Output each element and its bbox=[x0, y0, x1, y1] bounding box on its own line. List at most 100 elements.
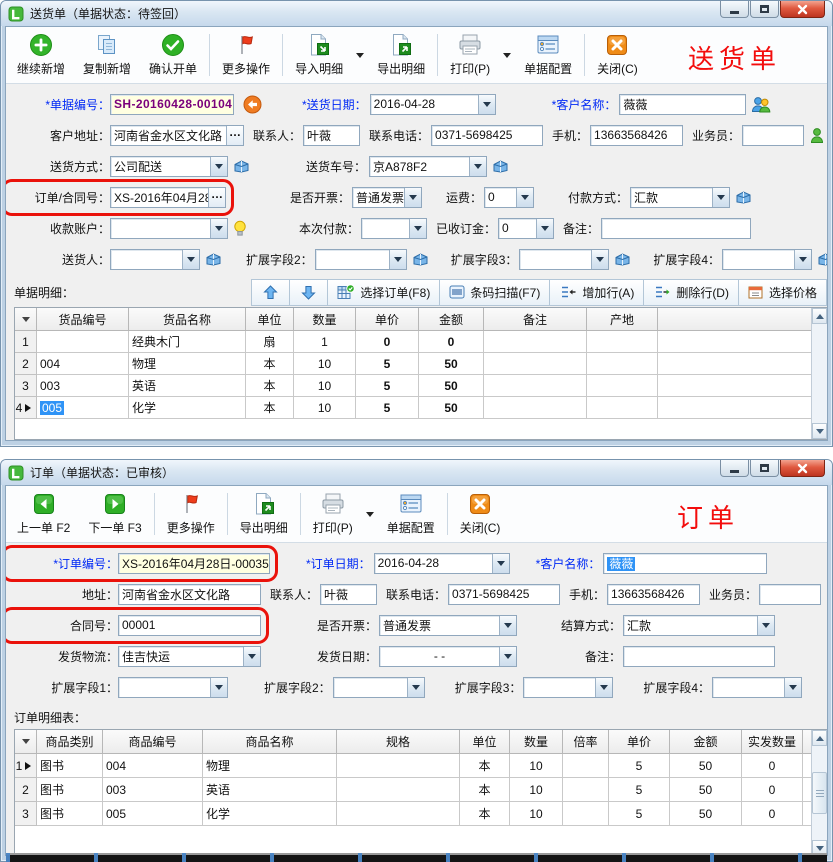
row-number-cell[interactable]: 3 bbox=[15, 802, 37, 826]
cell-amount[interactable]: 50 bbox=[670, 778, 742, 802]
logistics-combo[interactable]: 佳吉快运 bbox=[118, 646, 261, 667]
more-operations-button[interactable]: 更多操作 bbox=[213, 29, 279, 81]
add-row-button[interactable]: 增加行(A) bbox=[549, 280, 643, 305]
book-icon[interactable] bbox=[492, 160, 509, 173]
ext4-combo[interactable] bbox=[722, 249, 812, 270]
cell-unit[interactable]: 本 bbox=[246, 353, 294, 375]
cell-unit[interactable]: 本 bbox=[460, 754, 510, 778]
cell-qty[interactable]: 10 bbox=[294, 353, 356, 375]
move-up-button[interactable] bbox=[252, 280, 289, 305]
cell-actual-qty[interactable]: 0 bbox=[742, 754, 803, 778]
back-icon[interactable] bbox=[243, 95, 262, 114]
contract-no-input[interactable]: 00001 bbox=[118, 615, 261, 636]
delete-row-button[interactable]: 删除行(D) bbox=[643, 280, 738, 305]
chevron-down-icon[interactable] bbox=[210, 157, 227, 176]
order-contract-input[interactable]: XS-2016年04月28日-000 bbox=[110, 187, 226, 208]
column-header[interactable]: 商品名称 bbox=[203, 730, 337, 754]
settle-mode-combo[interactable]: 汇款 bbox=[623, 615, 775, 636]
cell-actual-qty[interactable]: 0 bbox=[742, 802, 803, 826]
deposit-combo[interactable]: 0 bbox=[498, 218, 554, 239]
people-icon[interactable] bbox=[751, 96, 771, 113]
row-number-cell[interactable]: 1 bbox=[15, 754, 37, 778]
address-input[interactable]: 河南省金水区文化路 bbox=[118, 584, 261, 605]
mobile-input[interactable]: 13663568426 bbox=[607, 584, 700, 605]
order-no-input[interactable]: XS-2016年04月28日-00035 bbox=[118, 553, 270, 574]
contact-input[interactable]: 叶薇 bbox=[320, 584, 377, 605]
book-icon[interactable] bbox=[735, 191, 752, 204]
export-detail-button[interactable]: 导出明细 bbox=[368, 29, 434, 81]
cell-name[interactable]: 物理 bbox=[203, 754, 337, 778]
cell-remark[interactable] bbox=[484, 397, 587, 419]
column-header[interactable]: 数量 bbox=[294, 308, 356, 331]
print-dropdown-caret[interactable] bbox=[362, 488, 378, 540]
ext2-combo[interactable] bbox=[315, 249, 407, 270]
ship-mode-combo[interactable]: 公司配送 bbox=[110, 156, 228, 177]
barcode-scan-button[interactable]: 条码扫描(F7) bbox=[439, 280, 549, 305]
chevron-down-icon[interactable] bbox=[210, 219, 227, 238]
column-header[interactable]: 货品编号 bbox=[37, 308, 129, 331]
move-down-button[interactable] bbox=[289, 280, 327, 305]
book-icon[interactable] bbox=[817, 253, 828, 266]
scroll-up-button[interactable] bbox=[812, 308, 827, 324]
chevron-down-icon[interactable] bbox=[516, 188, 533, 207]
chevron-down-icon[interactable] bbox=[499, 616, 516, 635]
maximize-button[interactable] bbox=[750, 460, 779, 477]
column-header[interactable]: 数量 bbox=[510, 730, 563, 754]
remark-input[interactable] bbox=[623, 646, 775, 667]
grid-selector-header[interactable] bbox=[15, 308, 37, 331]
cell-remark[interactable] bbox=[484, 331, 587, 353]
column-header[interactable]: 单位 bbox=[460, 730, 510, 754]
remark-input[interactable] bbox=[601, 218, 751, 239]
row-number-cell[interactable]: 3 bbox=[15, 375, 37, 397]
chevron-down-icon[interactable] bbox=[389, 250, 406, 269]
scroll-up-button[interactable] bbox=[812, 730, 827, 746]
chevron-down-icon[interactable] bbox=[478, 95, 495, 114]
tel-input[interactable]: 0371-5698425 bbox=[431, 125, 543, 146]
cell-unit[interactable]: 扇 bbox=[246, 331, 294, 353]
ext3-combo[interactable] bbox=[519, 249, 609, 270]
print-button[interactable]: 打印(P) bbox=[441, 29, 499, 81]
cell-code[interactable]: 004 bbox=[37, 353, 129, 375]
cell-amount[interactable]: 0 bbox=[419, 331, 484, 353]
book-icon[interactable] bbox=[205, 253, 222, 266]
ext1-combo[interactable] bbox=[118, 677, 228, 698]
cell-remark[interactable] bbox=[484, 375, 587, 397]
doc-config-button[interactable]: 单据配置 bbox=[378, 488, 444, 540]
chevron-down-icon[interactable] bbox=[182, 250, 199, 269]
mobile-input[interactable]: 13663568426 bbox=[590, 125, 683, 146]
row-number-cell[interactable]: 2 bbox=[15, 353, 37, 375]
cell-rate[interactable] bbox=[563, 778, 609, 802]
lightbulb-icon[interactable] bbox=[233, 220, 247, 237]
cell-spec[interactable] bbox=[337, 778, 460, 802]
customer-input[interactable]: 薇薇 bbox=[619, 94, 746, 115]
column-header[interactable]: 倍率 bbox=[563, 730, 609, 754]
ext2-combo[interactable] bbox=[333, 677, 425, 698]
cell-name[interactable]: 经典木门 bbox=[129, 331, 246, 353]
cell-qty[interactable]: 1 bbox=[294, 331, 356, 353]
chevron-down-icon[interactable] bbox=[794, 250, 811, 269]
cell-remark[interactable] bbox=[484, 353, 587, 375]
print-dropdown-caret[interactable] bbox=[499, 29, 515, 81]
row-number-cell[interactable]: 2 bbox=[15, 778, 37, 802]
chevron-down-icon[interactable] bbox=[784, 678, 801, 697]
more-operations-button[interactable]: 更多操作 bbox=[158, 488, 224, 540]
ext4-combo[interactable] bbox=[712, 677, 802, 698]
salesman-input[interactable] bbox=[742, 125, 804, 146]
column-header[interactable]: 备注 bbox=[484, 308, 587, 331]
column-header[interactable]: 商品编号 bbox=[103, 730, 203, 754]
column-header[interactable]: 实发数量 bbox=[742, 730, 803, 754]
confirm-open-button[interactable]: 确认开单 bbox=[140, 29, 206, 81]
cell-origin[interactable] bbox=[587, 375, 658, 397]
person-icon[interactable] bbox=[809, 127, 825, 144]
pay-now-combo[interactable] bbox=[361, 218, 427, 239]
chevron-down-icon[interactable] bbox=[499, 647, 516, 666]
chevron-down-icon[interactable] bbox=[712, 188, 729, 207]
cell-unit[interactable]: 本 bbox=[246, 375, 294, 397]
cell-price[interactable]: 5 bbox=[356, 353, 419, 375]
column-header[interactable]: 金额 bbox=[419, 308, 484, 331]
pay-mode-combo[interactable]: 汇款 bbox=[630, 187, 730, 208]
column-header[interactable]: 单价 bbox=[356, 308, 419, 331]
column-header[interactable]: 规格 bbox=[337, 730, 460, 754]
cell-price[interactable]: 5 bbox=[609, 754, 670, 778]
ship-date-combo[interactable]: - - bbox=[379, 646, 517, 667]
